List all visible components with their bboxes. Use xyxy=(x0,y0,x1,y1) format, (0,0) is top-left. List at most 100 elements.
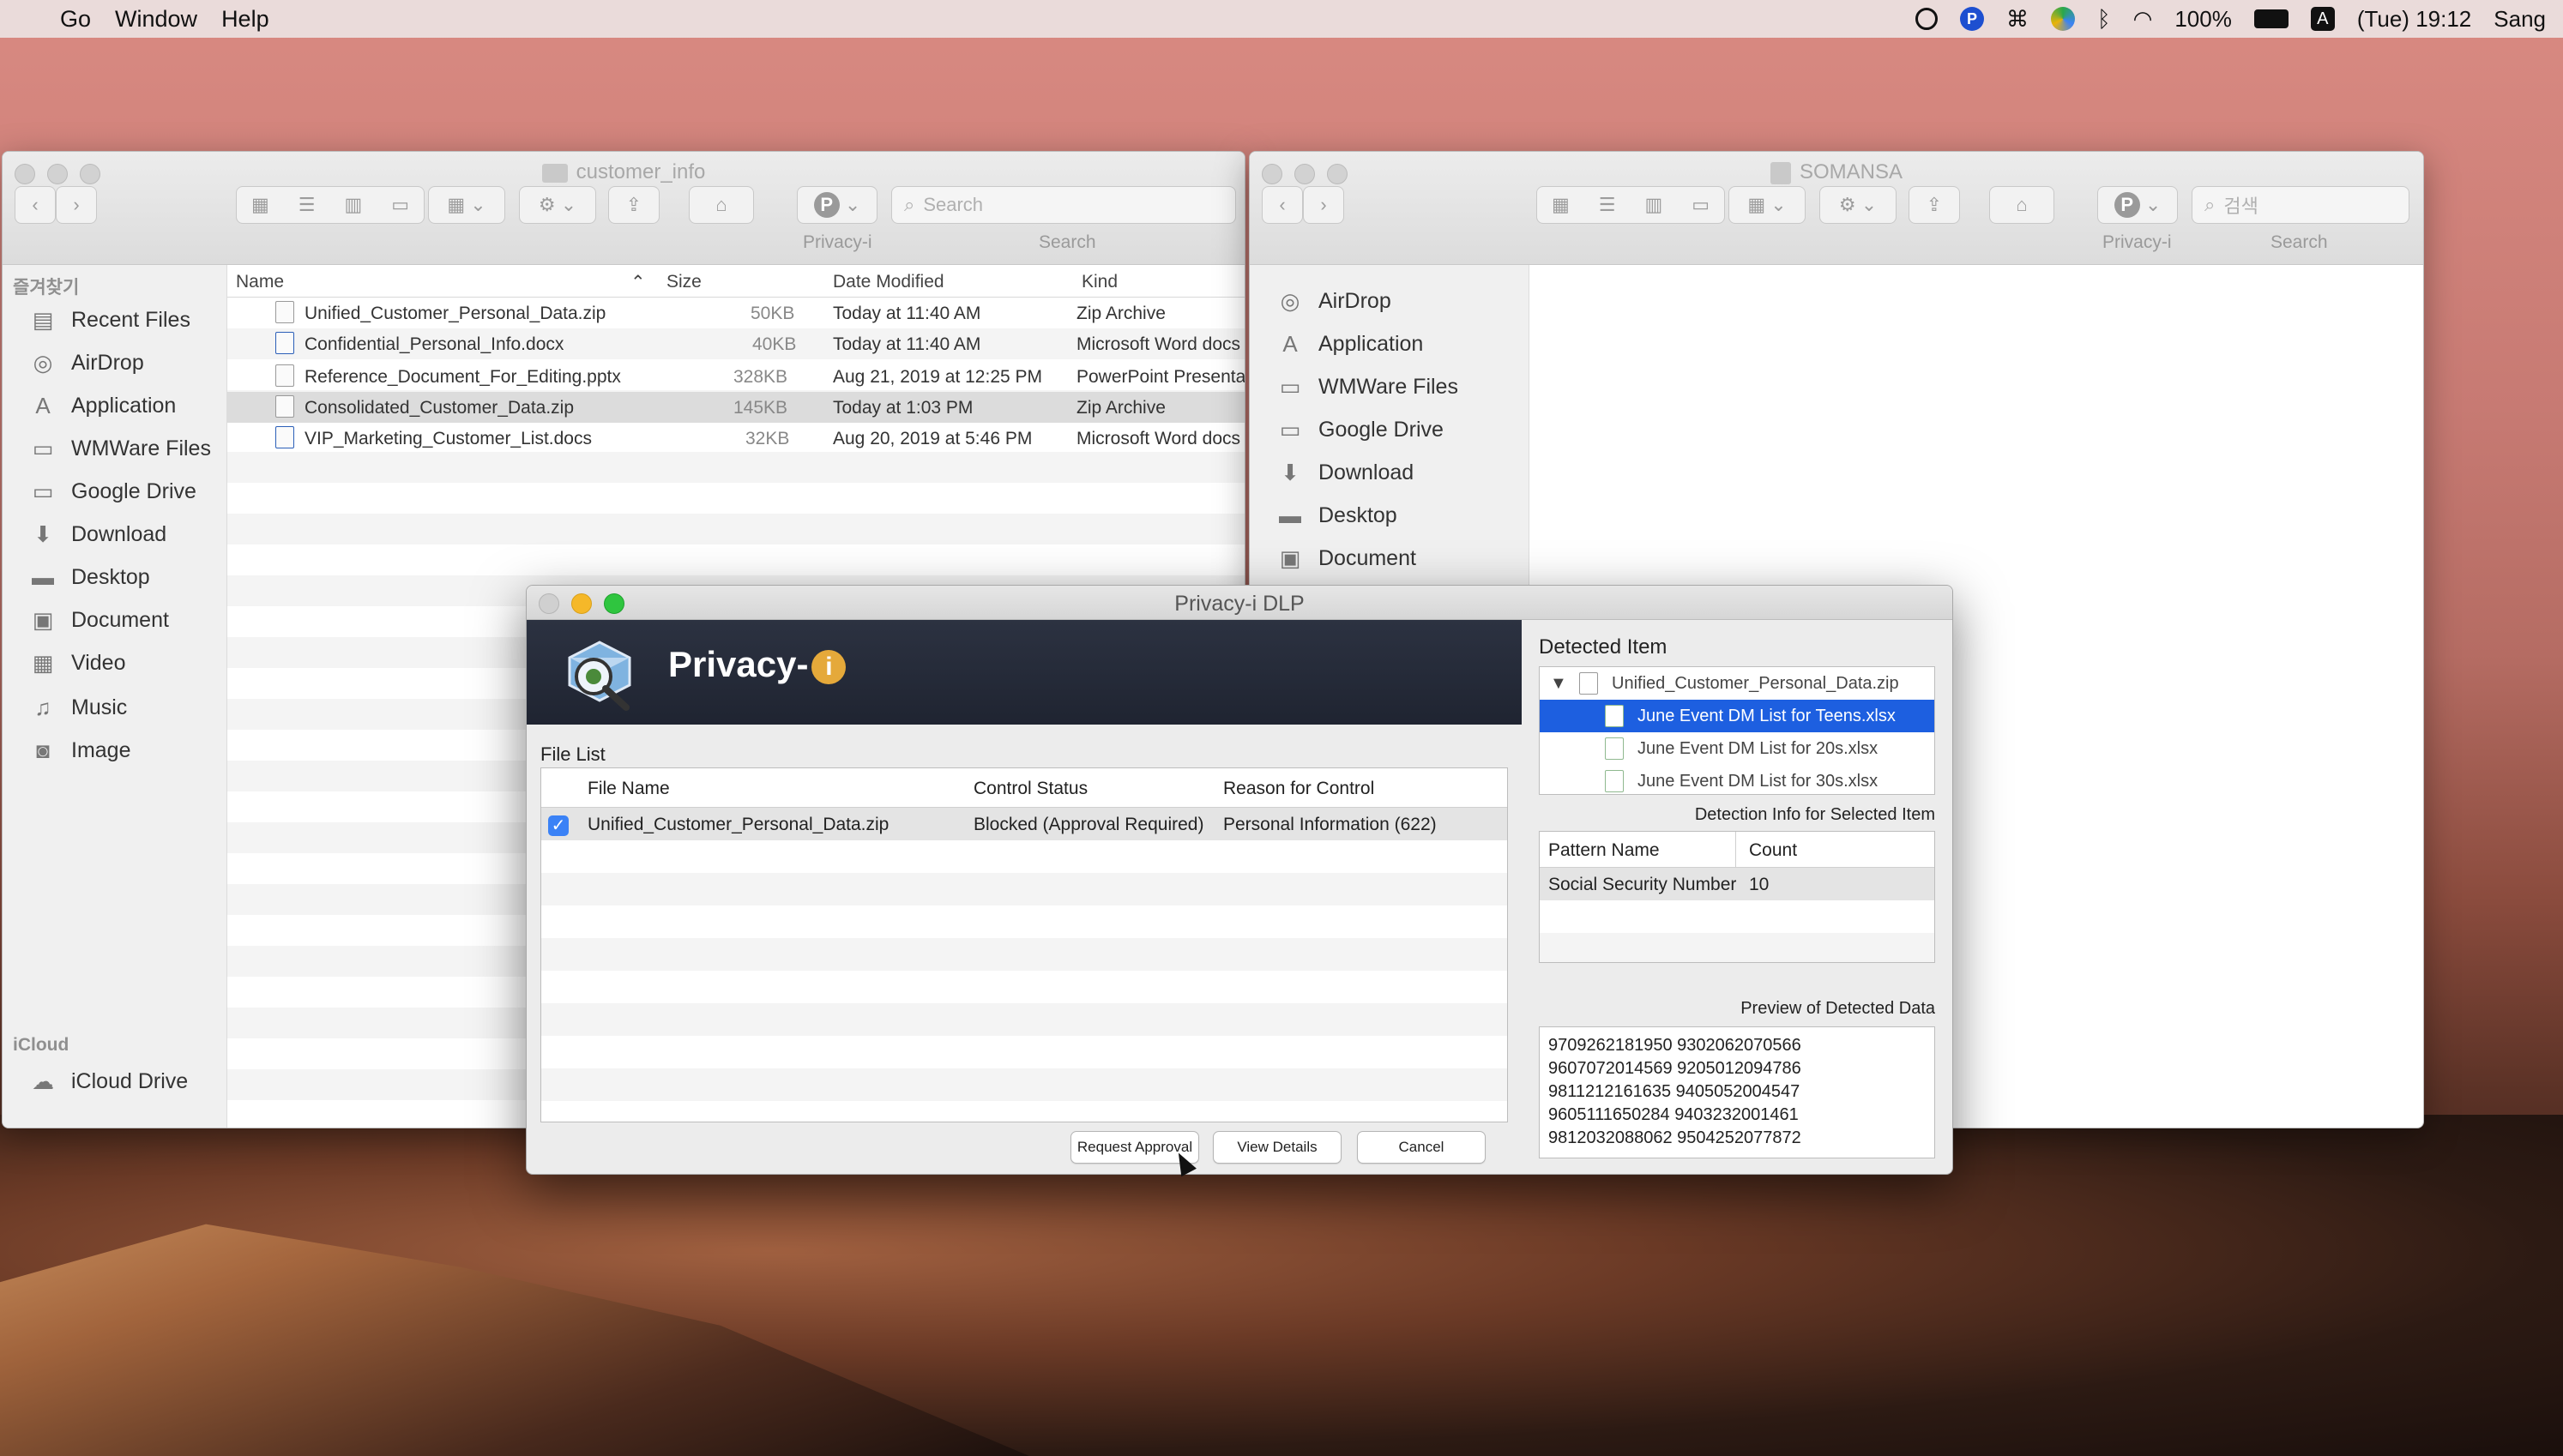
wifi-icon[interactable]: ◠ xyxy=(2133,6,2153,33)
menu-help[interactable]: Help xyxy=(221,6,269,33)
menu-window[interactable]: Window xyxy=(115,6,197,33)
sidebar-item-video[interactable]: ▦ Video xyxy=(28,644,126,682)
sidebar-item-download[interactable]: ⬇ Download xyxy=(28,515,166,553)
search-label: Search xyxy=(2271,232,2328,252)
menubar-clock[interactable]: (Tue) 19:12 xyxy=(2357,6,2471,33)
sidebar-item-google-drive[interactable]: ▭ Google Drive xyxy=(1275,411,1444,448)
sidebar-item-google-drive[interactable]: ▭ Google Drive xyxy=(28,472,196,510)
sidebar-item-image[interactable]: ◙ Image xyxy=(28,731,130,769)
privacy-p-icon[interactable]: P xyxy=(1960,7,1985,31)
sidebar-item-document[interactable]: ▣ Document xyxy=(1275,539,1416,577)
privacy-i-button[interactable]: P ⌄ xyxy=(797,186,877,224)
file-row[interactable]: Reference_Document_For_Editing.pptx 328K… xyxy=(227,361,1245,392)
column-pattern-name[interactable]: Pattern Name xyxy=(1548,840,1660,861)
list-view-icon[interactable]: ☰ xyxy=(1599,194,1616,216)
column-size[interactable]: Size xyxy=(666,272,702,292)
empty-row xyxy=(541,938,1507,971)
folder-icon: ▭ xyxy=(1279,416,1301,442)
tag-button[interactable]: ⌂ xyxy=(1989,186,2054,224)
sidebar-item-desktop[interactable]: ▬ Desktop xyxy=(1275,496,1397,534)
bluetooth-icon[interactable]: ᛒ xyxy=(2097,6,2111,33)
tree-root-item[interactable]: ▼ Unified_Customer_Personal_Data.zip xyxy=(1540,667,1934,700)
gallery-view-icon[interactable]: ▭ xyxy=(391,194,409,216)
tree-child-item[interactable]: June Event DM List for 20s.xlsx xyxy=(1540,732,1934,765)
privacy-i-label: Privacy-i xyxy=(2102,232,2172,252)
sidebar-item-recent-files[interactable]: ▤ Recent Files xyxy=(28,301,190,339)
search-field[interactable]: ⌕ 검색 xyxy=(2192,186,2409,224)
sidebar-item-icloud-drive[interactable]: ☁ iCloud Drive xyxy=(28,1062,188,1100)
back-button[interactable]: ‹ xyxy=(15,186,56,224)
forward-button[interactable]: › xyxy=(1303,186,1344,224)
action-gear-button[interactable]: ⚙ ⌄ xyxy=(1819,186,1897,224)
file-row[interactable]: Confidential_Personal_Info.docx 40KB Tod… xyxy=(227,328,1245,359)
sync-icon[interactable] xyxy=(2051,7,2076,31)
menubar-user[interactable]: Sang xyxy=(2494,6,2546,33)
binoculars-icon[interactable]: ⌘ xyxy=(2006,6,2029,33)
gallery-view-icon[interactable]: ▭ xyxy=(1692,194,1710,216)
view-mode-group[interactable]: ▦ ☰ ▥ ▭ xyxy=(1536,186,1725,224)
view-mode-group[interactable]: ▦ ☰ ▥ ▭ xyxy=(236,186,425,224)
column-file-name[interactable]: File Name xyxy=(588,779,670,799)
file-list-header: File Name Control Status Reason for Cont… xyxy=(541,768,1507,808)
column-name[interactable]: Name xyxy=(236,272,284,292)
table-row[interactable]: ✓ Unified_Customer_Personal_Data.zip Blo… xyxy=(541,808,1507,840)
sidebar-item-music[interactable]: ♫ Music xyxy=(28,689,127,726)
tree-child-item[interactable]: June Event DM List for Teens.xlsx xyxy=(1540,700,1934,732)
tag-button[interactable]: ⌂ xyxy=(689,186,754,224)
view-details-button[interactable]: View Details xyxy=(1213,1131,1342,1164)
cancel-button[interactable]: Cancel xyxy=(1357,1131,1486,1164)
menu-go[interactable]: Go xyxy=(60,6,91,33)
download-icon: ⬇ xyxy=(33,520,52,547)
sidebar-item-application[interactable]: A Application xyxy=(28,387,176,424)
row-checkbox[interactable]: ✓ xyxy=(548,815,569,836)
folder-icon xyxy=(541,163,568,183)
window-title: SOMANSA xyxy=(1250,160,2423,184)
column-count[interactable]: Count xyxy=(1749,840,1797,861)
finder-toolbar: SOMANSA ‹ › ▦ ☰ ▥ ▭ ▦ ⌄ ⚙ ⌄ ⇪ ⌂ P ⌄ ⌕ 검색 Pri… xyxy=(1250,152,2423,265)
column-reason[interactable]: Reason for Control xyxy=(1223,779,1374,799)
file-row[interactable]: Unified_Customer_Personal_Data.zip 50KB … xyxy=(227,298,1245,328)
back-button[interactable]: ‹ xyxy=(1262,186,1303,224)
icon-view-icon[interactable]: ▦ xyxy=(251,194,269,216)
file-list-header: Name ⌃ Size Date Modified Kind xyxy=(227,265,1245,298)
search-field[interactable]: ⌕ Search xyxy=(891,186,1236,224)
sort-ascending-icon[interactable]: ⌃ xyxy=(630,272,646,293)
share-button[interactable]: ⇪ xyxy=(1909,186,1960,224)
column-divider xyxy=(1735,832,1736,868)
column-control-status[interactable]: Control Status xyxy=(974,779,1088,799)
action-gear-button[interactable]: ⚙ ⌄ xyxy=(519,186,596,224)
input-source-icon[interactable]: A xyxy=(2310,7,2335,31)
battery-icon[interactable] xyxy=(2253,9,2289,28)
sidebar-item-application[interactable]: A Application xyxy=(1275,325,1423,363)
sidebar-item-document[interactable]: ▣ Document xyxy=(28,601,169,639)
sidebar-item-wmware-files[interactable]: ▭ WMWare Files xyxy=(1275,368,1458,406)
icon-view-icon[interactable]: ▦ xyxy=(1552,194,1570,216)
file-row[interactable]: VIP_Marketing_Customer_List.docs 32KB Au… xyxy=(227,423,1245,454)
music-icon: ♫ xyxy=(34,694,51,720)
column-date-modified[interactable]: Date Modified xyxy=(833,272,944,292)
column-view-icon[interactable]: ▥ xyxy=(1644,194,1662,216)
file-row[interactable]: Consolidated_Customer_Data.zip 145KB Tod… xyxy=(227,392,1245,423)
cloud-icon: ☁ xyxy=(32,1068,54,1094)
file-list-label: File List xyxy=(540,743,606,765)
table-row[interactable]: Social Security Number 10 xyxy=(1540,868,1934,900)
column-kind[interactable]: Kind xyxy=(1082,272,1118,292)
sidebar-item-desktop[interactable]: ▬ Desktop xyxy=(28,558,150,596)
empty-row xyxy=(541,1068,1507,1101)
detection-info-table: Pattern Name Count Social Security Numbe… xyxy=(1539,831,1935,963)
forward-button[interactable]: › xyxy=(56,186,97,224)
column-view-icon[interactable]: ▥ xyxy=(344,194,362,216)
sidebar-item-download[interactable]: ⬇ Download xyxy=(1275,454,1414,491)
group-button[interactable]: ▦ ⌄ xyxy=(1728,186,1806,224)
sidebar-item-airdrop[interactable]: ◎ AirDrop xyxy=(28,344,144,382)
privacy-i-button[interactable]: P ⌄ xyxy=(2097,186,2178,224)
group-button[interactable]: ▦ ⌄ xyxy=(428,186,505,224)
share-button[interactable]: ⇪ xyxy=(608,186,660,224)
disclosure-triangle-icon[interactable]: ▼ xyxy=(1550,674,1567,694)
tree-child-item[interactable]: June Event DM List for 30s.xlsx xyxy=(1540,765,1934,794)
list-view-icon[interactable]: ☰ xyxy=(299,194,316,216)
sidebar-item-airdrop[interactable]: ◎ AirDrop xyxy=(1275,282,1391,320)
screen-record-icon[interactable] xyxy=(1915,8,1939,30)
detection-info-label: Detection Info for Selected Item xyxy=(1694,805,1935,824)
sidebar-item-wmware-files[interactable]: ▭ WMWare Files xyxy=(28,430,211,467)
